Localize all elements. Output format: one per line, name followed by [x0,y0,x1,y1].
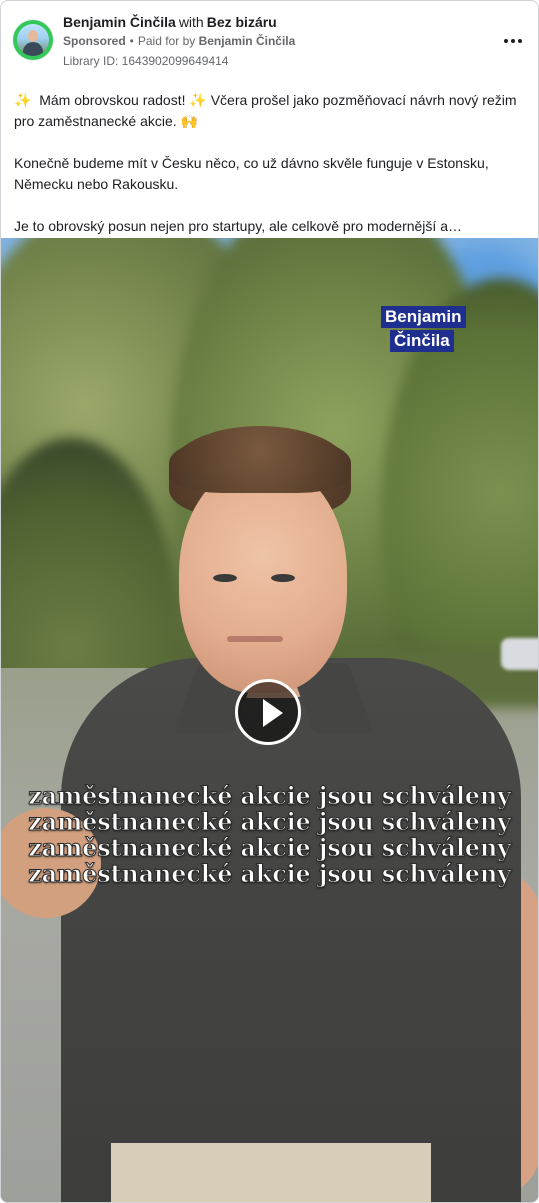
caption-line: zaměstnanecké akcie jsou schváleny [28,833,512,862]
post-paragraph-1-text: Mám obrovskou radost! ✨ Včera prošel jak… [14,92,517,129]
post-header: Benjamin Činčila with Bez bizáru Sponsored… [1,1,538,81]
post-paragraph-2: Konečně budeme mít v Česku něco, co už d… [14,155,489,192]
video-person [61,658,521,1202]
paid-by-name: Benjamin Činčila [198,34,296,48]
author-name[interactable]: Benjamin Činčila [63,14,176,30]
more-horizontal-icon [504,39,508,43]
avatar-photo [17,24,49,56]
more-options-button[interactable] [502,31,524,51]
play-icon [263,699,283,727]
brand-tag-line-1: Benjamin [381,306,466,328]
play-button[interactable] [235,679,301,745]
post-paragraph-3[interactable]: Je to obrovský posun nejen pro startupy,… [14,216,526,237]
separator-dot: • [129,34,134,48]
sparkle-icon: ✨ [14,92,32,108]
video-player[interactable]: Benjamin Činčila zaměstnanecké akcie jso… [1,238,538,1202]
sponsored-line: Sponsored • Paid for by Benjamin Činčila [63,34,295,49]
coauthor-name[interactable]: Bez bizáru [207,14,277,30]
paid-prefix: Paid for by [137,34,196,48]
with-text: with [178,14,204,30]
author-line: Benjamin Činčila with Bez bizáru [63,14,277,31]
sponsored-label[interactable]: Sponsored [63,34,126,48]
avatar[interactable] [13,20,53,60]
caption-line: zaměstnanecké akcie jsou schváleny [28,859,512,888]
library-id: Library ID: 1643902099649414 [63,54,229,68]
caption-line: zaměstnanecké akcie jsou schváleny [28,807,512,836]
caption-line: zaměstnanecké akcie jsou schváleny [28,781,512,810]
video-brand-tag: Benjamin Činčila [381,306,475,354]
video-captions: zaměstnanecké akcie jsou schváleny zaměs… [1,781,538,888]
post-text: ✨ Mám obrovskou radost! ✨ Včera prošel j… [14,90,526,237]
ad-card: Benjamin Činčila with Bez bizáru Sponsored… [0,0,539,1203]
post-paragraph-1: ✨ Mám obrovskou radost! ✨ Včera prošel j… [14,90,526,132]
brand-tag-line-2: Činčila [390,330,454,352]
